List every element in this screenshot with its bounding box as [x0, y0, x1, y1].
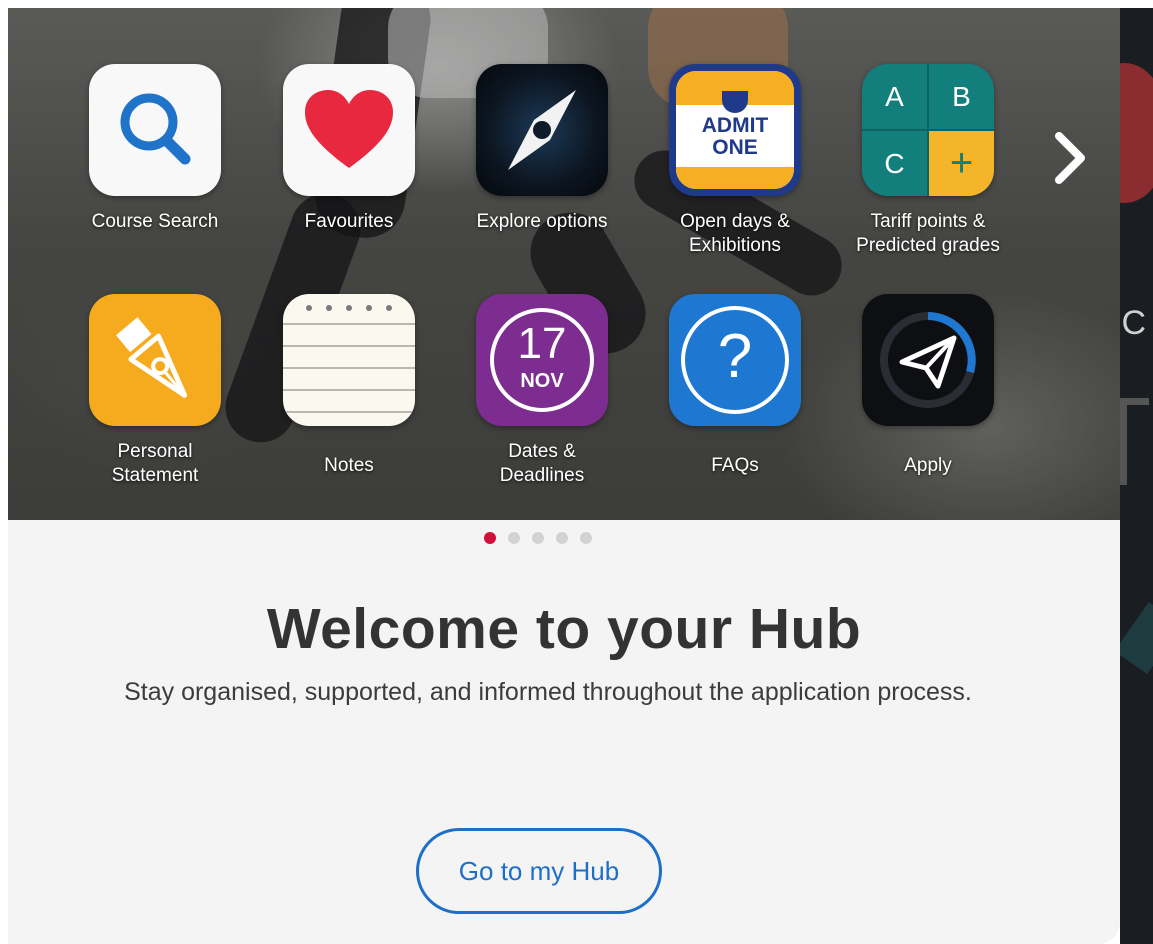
app-launcher-grid: Course Search Favourites Explore options	[8, 8, 1120, 520]
carousel-next-button[interactable]	[1044, 123, 1094, 193]
background-app: IC	[1120, 8, 1153, 944]
carousel-pagination	[484, 532, 592, 544]
app-faqs[interactable]: ? FAQs	[650, 294, 820, 478]
question-glyph: ?	[717, 322, 753, 391]
app-open-days[interactable]: ADMIT ONE Open days & Exhibitions	[650, 64, 820, 258]
app-explore-options[interactable]: Explore options	[457, 64, 627, 234]
compass-icon	[476, 64, 608, 196]
background-text-fragment: IC	[1120, 304, 1146, 342]
carousel-dot-4[interactable]	[556, 532, 568, 544]
app-label: Favourites	[304, 211, 394, 232]
carousel-dot-5[interactable]	[580, 532, 592, 544]
carousel-dot-3[interactable]	[532, 532, 544, 544]
question-icon: ?	[669, 294, 801, 426]
grid-letter-b: B	[952, 80, 971, 112]
app-label: Course Search	[91, 211, 219, 232]
app-label: Explore options	[476, 211, 608, 232]
app-label: Tariff points & Predicted grades	[856, 211, 1000, 256]
calendar-day: 17	[517, 319, 567, 368]
calendar-month: NOV	[520, 370, 564, 392]
heart-icon	[283, 64, 415, 196]
ticket-text: ADMIT ONE	[701, 114, 769, 159]
go-to-hub-button[interactable]: Go to my Hub	[416, 828, 662, 914]
notepad-icon	[283, 294, 415, 426]
app-label: Apply	[904, 455, 952, 476]
carousel-dot-1[interactable]	[484, 532, 496, 544]
app-personal-statement[interactable]: Personal Statement	[70, 294, 240, 488]
app-label: FAQs	[711, 455, 759, 476]
calendar-icon: 17 NOV	[476, 294, 608, 426]
grade-grid-icon: A B C +	[862, 64, 994, 196]
paper-plane-icon	[862, 294, 994, 426]
app-course-search[interactable]: Course Search	[70, 64, 240, 234]
carousel-dot-2[interactable]	[508, 532, 520, 544]
search-icon	[89, 64, 221, 196]
app-label: Notes	[324, 455, 374, 476]
background-red-shape	[1120, 63, 1153, 203]
ticket-icon: ADMIT ONE	[669, 64, 801, 196]
grid-letter-a: A	[885, 80, 904, 112]
app-label: Personal Statement	[111, 441, 199, 486]
background-shape-teal	[1120, 601, 1153, 675]
app-label: Open days & Exhibitions	[680, 211, 790, 256]
app-apply[interactable]: Apply	[843, 294, 1013, 478]
app-dates-deadlines[interactable]: 17 NOV Dates & Deadlines	[457, 294, 627, 488]
grid-letter-c: C	[884, 147, 905, 179]
app-label: Dates & Deadlines	[499, 441, 585, 486]
pen-nib-icon	[89, 294, 221, 426]
app-notes[interactable]: Notes	[264, 294, 434, 478]
welcome-title: Welcome to your Hub	[266, 597, 862, 661]
app-favourites[interactable]: Favourites	[264, 64, 434, 234]
welcome-subtitle: Stay organised, supported, and informed …	[124, 678, 972, 706]
grid-plus: +	[929, 131, 994, 196]
chevron-right-icon	[1055, 132, 1085, 184]
background-shape	[1120, 398, 1149, 485]
app-tariff-points[interactable]: A B C + Tariff points & Predicted grades	[843, 64, 1013, 258]
hub-welcome-modal: Course Search Favourites Explore options	[8, 8, 1120, 944]
